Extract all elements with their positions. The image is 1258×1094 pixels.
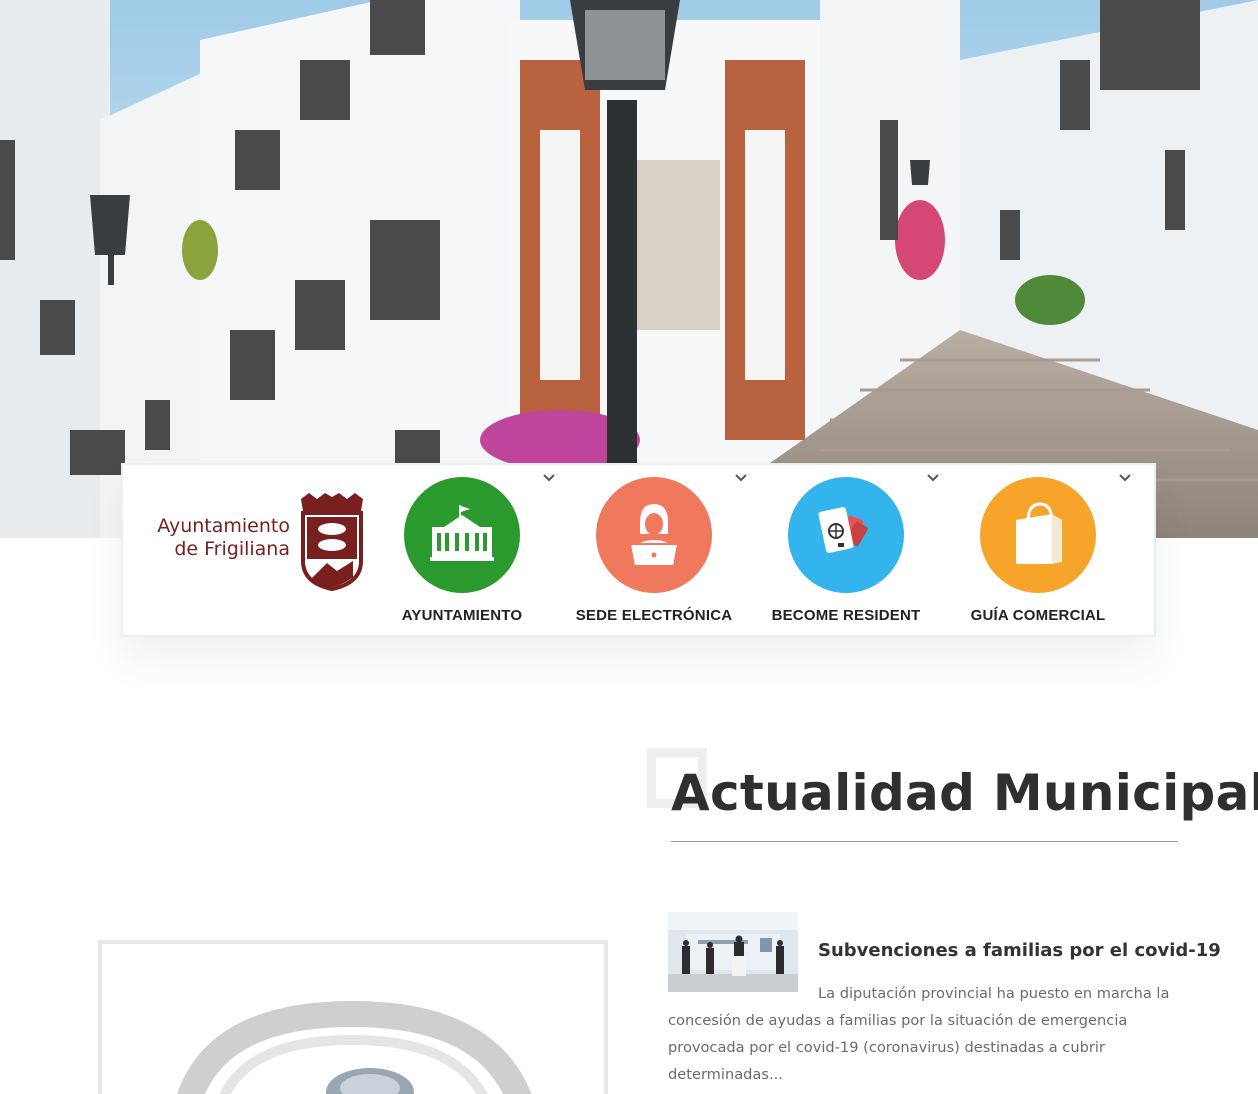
logo-line-1: Ayuntamiento: [157, 515, 290, 537]
ayuntamiento-icon-circle: [404, 477, 520, 593]
hero-image: [0, 0, 1258, 538]
guia-icon-circle: [980, 477, 1096, 593]
nav-item-guia-comercial[interactable]: GUÍA COMERCIAL: [953, 477, 1123, 627]
news-title-link[interactable]: Subvenciones a familias por el covid-19: [818, 940, 1221, 961]
resident-icon-circle: [788, 477, 904, 593]
section-title: Actualidad Municipal: [671, 764, 1258, 822]
logo-text: Ayuntamiento de Frigiliana: [155, 515, 290, 561]
nav-item-label: BECOME RESIDENT: [771, 607, 921, 624]
nav-item-become-resident[interactable]: BECOME RESIDENT: [761, 477, 931, 627]
nav-item-sede-electronica[interactable]: SEDE ELECTRÓNICA: [569, 477, 739, 627]
nav-item-label: GUÍA COMERCIAL: [970, 607, 1106, 624]
site-logo[interactable]: Ayuntamiento de Frigiliana: [155, 491, 367, 595]
sede-icon-circle: [596, 477, 712, 593]
chevron-down-icon[interactable]: [734, 473, 748, 483]
featured-image-frame: [98, 940, 608, 1094]
chevron-down-icon[interactable]: [1118, 473, 1132, 483]
logo-line-2: de Frigiliana: [174, 538, 290, 560]
clerk-laptop-icon: [628, 504, 680, 567]
passport-icon: [818, 507, 868, 553]
nav-item-ayuntamiento[interactable]: AYUNTAMIENTO: [377, 477, 547, 627]
chevron-down-icon[interactable]: [542, 473, 556, 483]
nav-item-label: SEDE ELECTRÓNICA: [575, 607, 733, 624]
town-hall-icon: [430, 505, 494, 561]
quick-access-card: Ayuntamiento de Frigiliana AYUNTAMIENTO …: [121, 463, 1156, 637]
news-excerpt: La diputación provincial ha puesto en ma…: [668, 985, 1170, 1083]
nav-item-label: AYUNTAMIENTO: [401, 607, 523, 624]
section-divider: [671, 841, 1178, 842]
shopping-bag-icon: [1016, 502, 1062, 564]
camera-lens-image: [102, 944, 604, 1094]
chevron-down-icon[interactable]: [926, 473, 940, 483]
coat-of-arms-icon: [301, 493, 363, 591]
